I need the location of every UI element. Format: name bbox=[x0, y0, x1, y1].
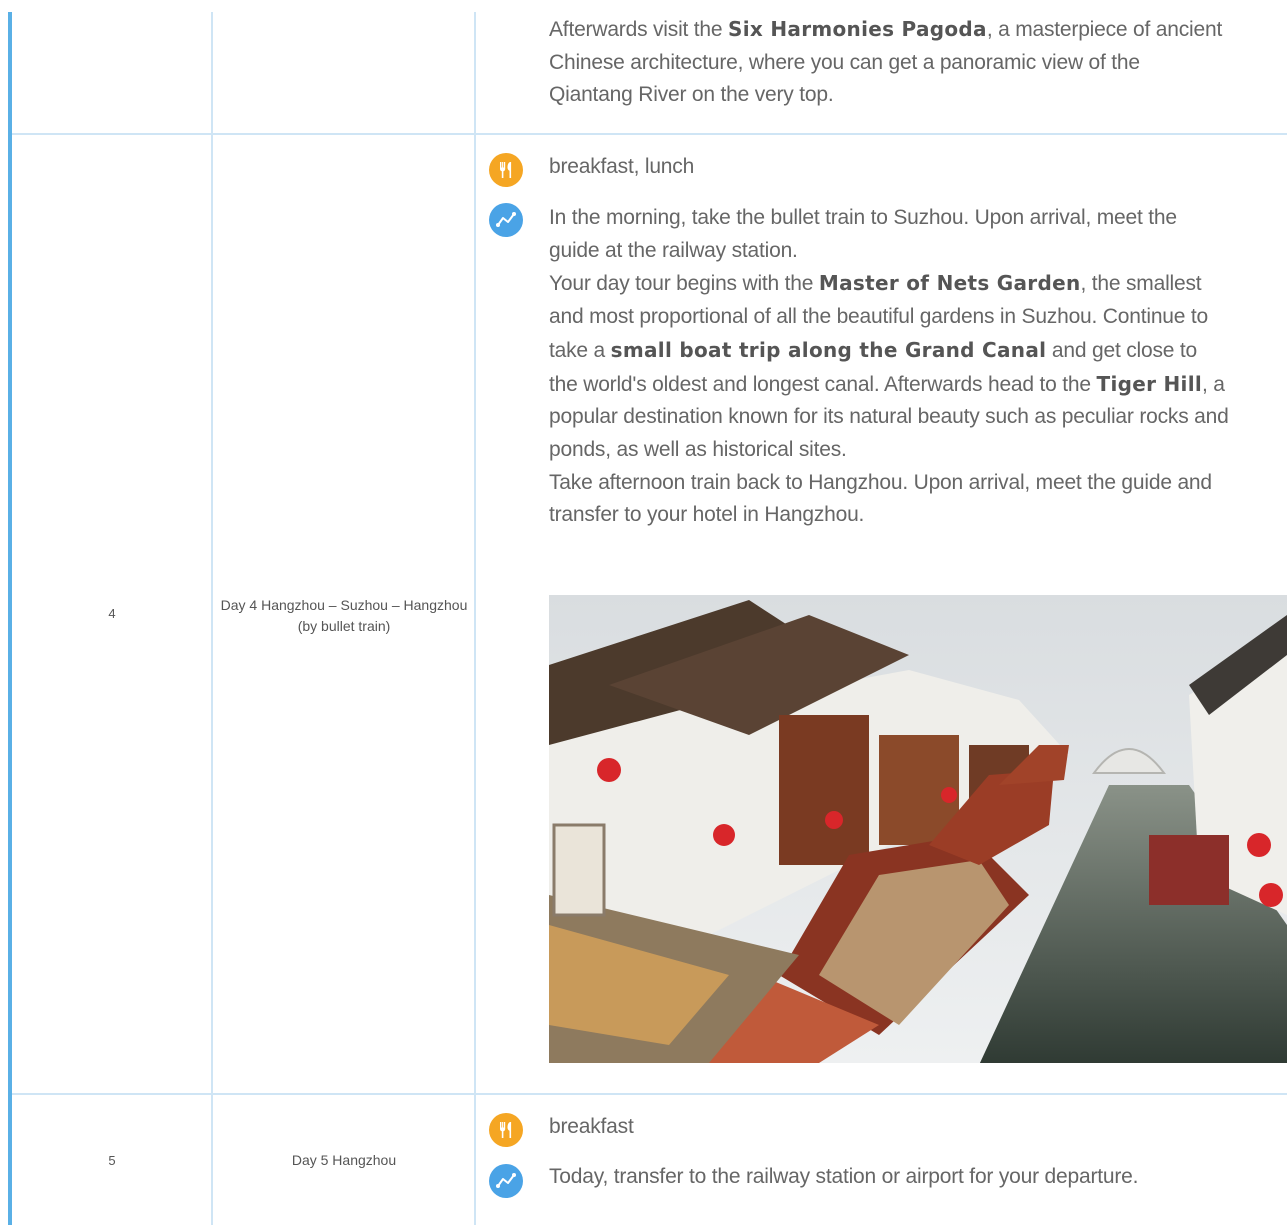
day-number: 5 bbox=[108, 1153, 116, 1168]
highlight-attraction: Tiger Hill bbox=[1096, 371, 1203, 396]
route-icon bbox=[489, 1164, 523, 1198]
route-icon bbox=[489, 203, 523, 237]
itinerary-description: Afterwards visit the Six Harmonies Pagod… bbox=[549, 17, 1223, 107]
highlight-attraction: small boat trip along the Grand Canal bbox=[610, 337, 1047, 362]
day-number: 4 bbox=[108, 606, 116, 621]
itinerary-description: In the morning, take the bullet train to… bbox=[549, 206, 1229, 527]
suzhou-canal-photo bbox=[549, 595, 1287, 1063]
highlight-attraction: Master of Nets Garden bbox=[818, 271, 1081, 296]
day-title: Day 4 Hangzhou – Suzhou – Hangzhou (by b… bbox=[220, 597, 468, 634]
fork-knife-icon bbox=[489, 1113, 523, 1147]
highlight-attraction: Six Harmonies Pagoda bbox=[728, 17, 987, 41]
day-title: Day 5 Hangzhou bbox=[291, 1152, 397, 1168]
column-divider bbox=[474, 12, 476, 1225]
row-divider bbox=[12, 133, 1287, 135]
row-divider bbox=[12, 1093, 1287, 1095]
meals-text: breakfast, lunch bbox=[549, 155, 695, 178]
fork-knife-icon bbox=[489, 153, 523, 187]
itinerary-description: Today, transfer to the railway station o… bbox=[549, 1165, 1139, 1188]
meals-text: breakfast bbox=[549, 1115, 634, 1138]
